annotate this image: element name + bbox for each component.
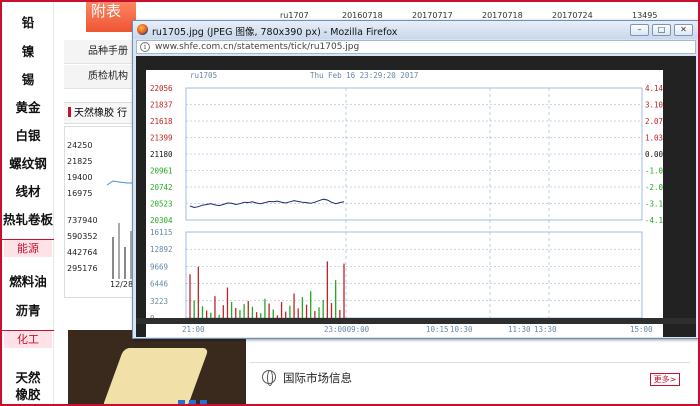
close-button[interactable]: ✕ [674,24,693,36]
firefox-image-window: ru1705.jpg (JPEG 图像, 780x390 px) - Mozil… [132,20,700,339]
sidebar-item-wire-rod[interactable]: 线材 [2,181,54,200]
url-text: www.shfe.com.cn/statements/tick/ru1705.j… [155,42,360,52]
intl-market-title: 国际市场信息 [283,371,352,385]
tick-chart: ru1705 Thu Feb 16 23:29:20 2017 22056 4.14%… [146,70,663,337]
attachment-banner[interactable]: 附表 [86,0,136,32]
pct-tick-label: -3.10% [645,200,663,209]
date-cell: 20160718 [342,11,383,20]
volume-tick-label: 3223 [150,297,168,306]
inspection-agency-link[interactable]: 质检机构 [64,65,134,89]
time-axis-label: 10:30 [450,325,473,334]
time-axis-label: 15:00 [630,325,653,334]
sidebar-item-natural-rubber-2[interactable]: 橡胶 [2,384,54,403]
sidebar-item-lead[interactable]: 铅 [2,12,54,31]
mini-chart-lines [106,180,133,279]
browser-page: ru1707 20160718 20170717 20170718 201707… [0,0,700,406]
date-cell: 20170724 [552,11,593,20]
window-title: ru1705.jpg (JPEG 图像, 780x390 px) - Mozil… [152,27,398,38]
date-cell: 20170718 [482,11,523,20]
time-axis-label: 10:15 [426,325,449,334]
carousel-dot[interactable] [189,400,196,406]
firefox-icon [137,24,148,35]
pct-tick-label: -4.14% [645,216,663,225]
mini-volume-tick: 737940 [67,216,98,225]
volume-tick-label: 12892 [150,245,173,254]
sidebar-item-hot-rolled-coil[interactable]: 热轧卷板 [2,209,54,228]
maximize-button[interactable]: □ [652,24,671,36]
chart-title: ru1705 [190,71,217,80]
info-icon[interactable]: i [140,42,150,52]
price-tick-label: 21399 [150,134,173,143]
mini-date-label: 12/28 [110,280,134,289]
rubber-quote-header: 天然橡胶 行 [64,102,134,124]
price-tick-label: 21180 [150,150,173,159]
time-axis-label: 23:0009:00 [324,325,370,334]
pct-tick-label: -1.03% [645,167,663,176]
pct-tick-label: 4.14% [645,84,663,93]
price-tick-label: 21618 [150,117,173,126]
category-energy: 能源 [4,240,52,257]
mini-volume-tick: 295176 [67,264,98,273]
mini-volume-tick: 442764 [67,248,98,257]
pct-tick-label: 3.10% [645,101,663,110]
pct-tick-label: 1.03% [645,134,663,143]
sidebar-item-gold[interactable]: 黄金 [2,97,54,116]
price-tick-label: 20523 [150,200,173,209]
accent-mark [68,107,71,117]
carousel-dots [178,392,211,406]
sidebar-item-tin[interactable]: 锡 [2,69,54,88]
date-cell: 20170717 [412,11,453,20]
price-tick-label: 20742 [150,183,173,192]
price-tick-label: 22056 [150,84,173,93]
time-axis-label: 21:00 [182,325,205,334]
window-titlebar[interactable]: ru1705.jpg (JPEG 图像, 780x390 px) - Mozil… [133,21,699,39]
address-bar[interactable]: i www.shfe.com.cn/statements/tick/ru1705… [136,40,696,54]
more-link[interactable]: 更多> [650,373,680,386]
sidebar-item-fuel-oil[interactable]: 燃料油 [2,271,54,290]
sidebar-item-rebar[interactable]: 螺纹钢 [2,153,54,172]
pct-tick-label: -2.07% [645,183,663,192]
product-manual-link[interactable]: 品种手册 [64,40,134,64]
contract-table-row: ru1707 20160718 20170717 20170718 201707… [250,0,700,22]
time-axis-label: 13:30 [534,325,557,334]
sidebar-item-bitumen[interactable]: 沥青 [2,300,54,319]
image-bottom-stripe [136,318,696,324]
attachment-label: 附表 [91,2,122,20]
product-sidebar: 铅 镍 锡 黄金 白银 螺纹钢 线材 热轧卷板 能源 燃料油 沥青 化工 天然 … [2,0,54,406]
volume-plot-border [185,231,643,319]
volume-tick-label: 16115 [150,228,173,237]
time-axis-label: 11:30 [508,325,531,334]
image-viewport: ru1705 Thu Feb 16 23:29:20 2017 22056 4.14%… [136,56,696,337]
price-tick-label: 21837 [150,101,173,110]
chart-timestamp: Thu Feb 16 23:29:20 2017 [310,71,418,80]
minimize-button[interactable]: – [630,24,649,36]
globe-icon [262,370,276,386]
intl-market-section: 国际市场信息 更多> [250,362,690,392]
pct-tick-label: 0.00% [645,150,663,159]
price-tick-label: 20304 [150,216,173,225]
volume-tick-label: 6446 [150,280,169,289]
contract-cell: ru1707 [280,11,309,20]
carousel-dot[interactable] [178,400,185,406]
tick-chart-svg: ru1705 Thu Feb 16 23:29:20 2017 22056 4.14%… [150,71,663,334]
mini-volume-tick: 590352 [67,232,98,241]
volume-tick-label: 9669 [150,262,168,271]
rubber-photo[interactable] [68,330,246,406]
sidebar-item-silver[interactable]: 白银 [2,125,54,144]
mini-chart[interactable]: 24250 21825 19400 16975 737940 590352 44… [64,126,134,298]
amount-cell: 13495 [632,11,658,20]
sidebar-item-nickel[interactable]: 镍 [2,41,54,60]
rubber-title: 天然橡胶 行 [74,108,128,119]
category-chemicals: 化工 [4,331,52,348]
pct-tick-label: 2.07% [645,117,663,126]
price-tick-label: 20961 [150,167,173,176]
left-panel: 品种手册 质检机构 天然橡胶 行 24250 21825 19400 16975… [64,40,134,298]
carousel-dot[interactable] [200,400,207,406]
